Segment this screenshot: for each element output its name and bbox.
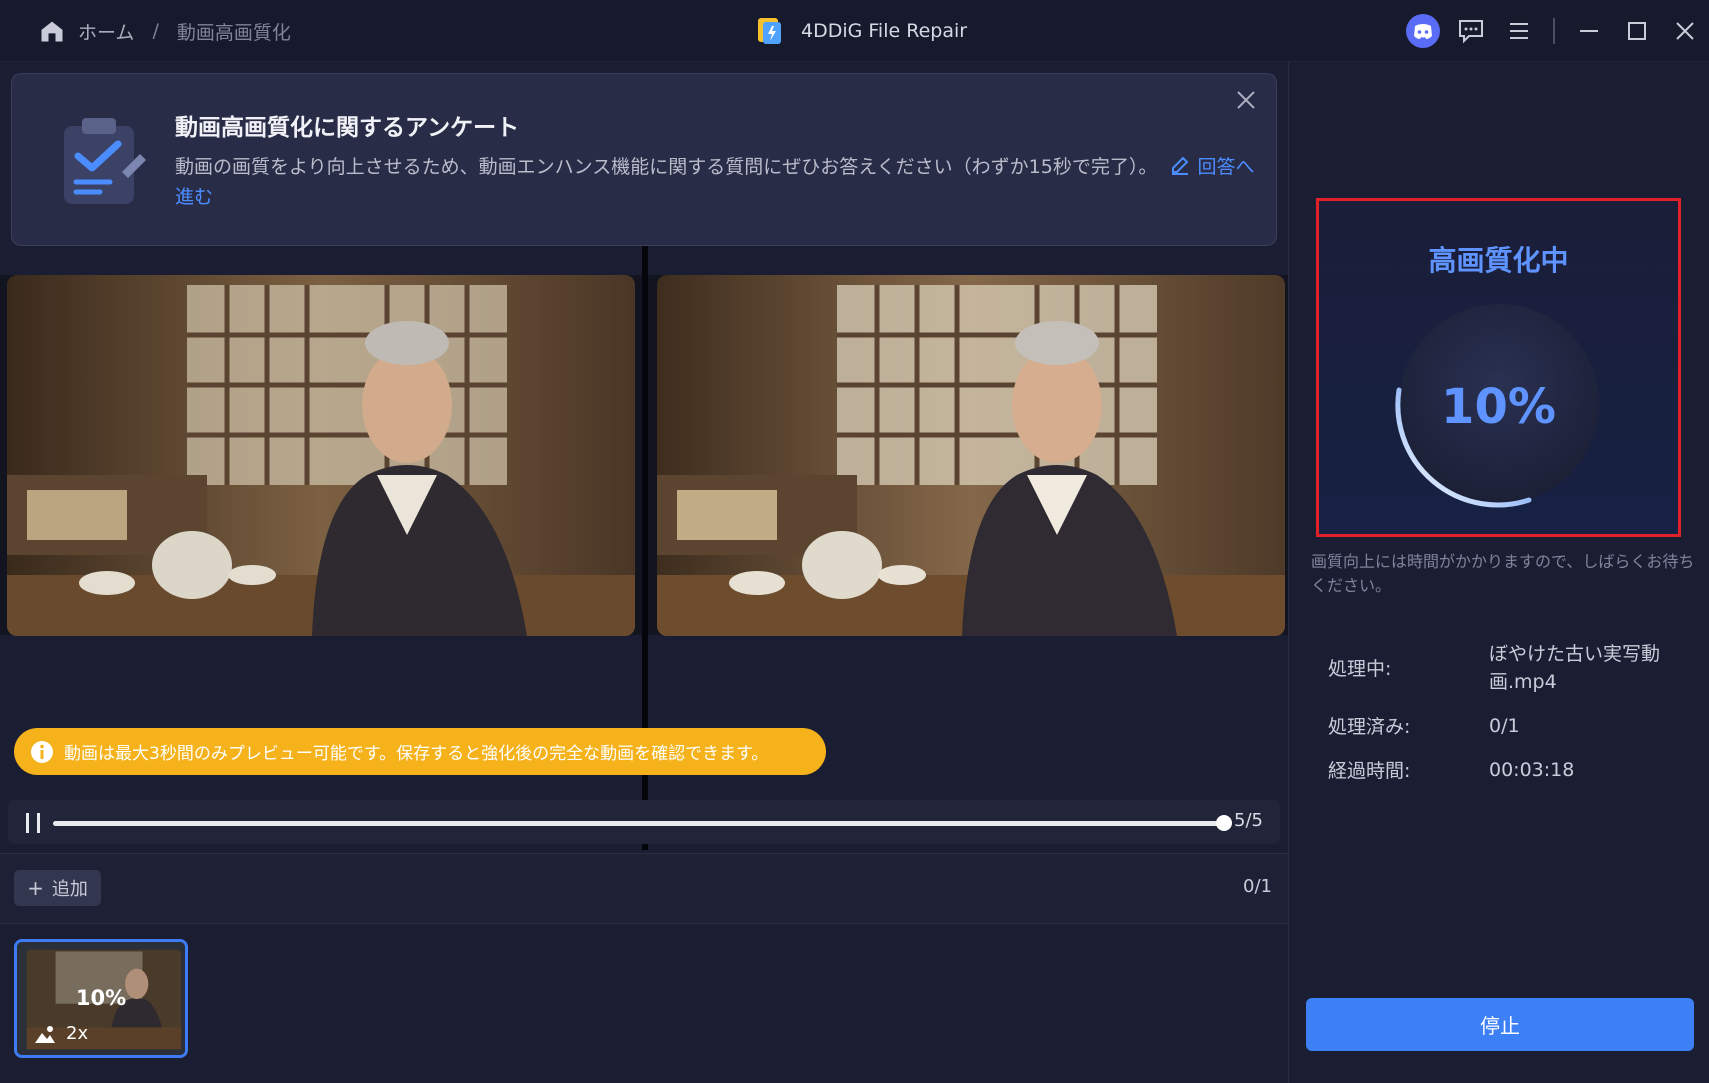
plus-icon: +: [27, 876, 44, 900]
close-icon: [1676, 22, 1694, 40]
discord-button[interactable]: [1399, 7, 1447, 55]
video-frame-before: [7, 275, 635, 636]
feedback-button[interactable]: [1447, 7, 1495, 55]
frame-indicator: 5/5: [1234, 810, 1263, 831]
minimize-button[interactable]: [1565, 7, 1613, 55]
window-controls: [1399, 0, 1709, 62]
processing-value: ぼやけた古い実写動画.mp4: [1489, 643, 1661, 693]
app-logo-icon: [758, 18, 781, 44]
info-icon: [31, 740, 53, 763]
discord-icon: [1406, 14, 1440, 48]
survey-title: 動画高画質化に関するアンケート: [175, 115, 520, 141]
file-count: 0/1: [1243, 876, 1272, 897]
add-button[interactable]: + 追加: [14, 870, 101, 906]
stop-button[interactable]: 停止: [1306, 998, 1694, 1051]
menu-icon: [1510, 23, 1528, 39]
video-player-controls: 5/5: [8, 800, 1280, 844]
breadcrumb-separator: /: [152, 20, 159, 42]
home-icon[interactable]: [38, 17, 66, 45]
progress-hint: 画質向上には時間がかかりますので、しばらくお待ちください。: [1311, 552, 1695, 595]
edit-icon[interactable]: [1169, 154, 1191, 176]
seek-bar[interactable]: [53, 821, 1229, 826]
video-frame-after: [657, 275, 1285, 636]
thumbnail-scale: 2x: [34, 1023, 88, 1044]
thumbnail-strip: [0, 924, 1288, 1083]
close-window-button[interactable]: [1661, 7, 1709, 55]
done-value: 0/1: [1489, 715, 1520, 737]
file-thumbnail[interactable]: 10% 2x: [14, 939, 188, 1058]
breadcrumb-home[interactable]: ホーム: [78, 18, 134, 45]
chat-icon: [1459, 20, 1483, 44]
title-bar: ホーム / 動画高画質化 4DDiG File Repair: [0, 0, 1709, 62]
app-title: 4DDiG File Repair: [801, 20, 968, 42]
maximize-icon: [1628, 22, 1646, 40]
status-row-done: 処理済み: 0/1: [1328, 712, 1688, 740]
banner-close-button[interactable]: [1232, 86, 1260, 114]
controls-divider: [1553, 18, 1555, 44]
status-row-processing: 処理中: ぼやけた古い実写動画.mp4: [1328, 640, 1688, 696]
survey-banner: 動画高画質化に関するアンケート 動画の画質をより向上させるため、動画エンハンス機…: [11, 73, 1277, 246]
survey-description: 動画の画質をより向上させるため、動画エンハンス機能に関する質問にぜひお答えくださ…: [175, 152, 1255, 212]
breadcrumb: ホーム / 動画高画質化: [38, 0, 291, 62]
app-title-group: 4DDiG File Repair: [755, 0, 967, 62]
thumbnail-scale-label: 2x: [66, 1023, 89, 1044]
close-icon: [1237, 91, 1255, 109]
preview-notice-text: 動画は最大3秒間のみプレビュー可能です。保存すると強化後の完全な動画を確認できま…: [64, 744, 769, 764]
seek-handle[interactable]: [1216, 815, 1232, 831]
minimize-icon: [1580, 30, 1598, 32]
status-row-elapsed: 経過時間: 00:03:18: [1328, 756, 1688, 784]
pause-icon[interactable]: [24, 812, 44, 834]
clipboard-icon: [64, 118, 146, 204]
progress-percent: 10%: [1441, 379, 1556, 435]
progress-box: 高画質化中 10%: [1316, 198, 1681, 537]
thumbnail-progress: 10%: [75, 986, 127, 1010]
add-button-label: 追加: [51, 879, 88, 900]
maximize-button[interactable]: [1613, 7, 1661, 55]
preview-before: [7, 275, 635, 636]
survey-description-text: 動画の画質をより向上させるため、動画エンハンス機能に関する質問にぜひお答えくださ…: [175, 156, 1158, 178]
file-list-toolbar: + 追加 0/1: [0, 853, 1288, 924]
preview-notice: 動画は最大3秒間のみプレビュー可能です。保存すると強化後の完全な動画を確認できま…: [14, 728, 826, 775]
processing-label: 処理中:: [1328, 658, 1392, 680]
image-icon: [35, 1025, 55, 1043]
elapsed-value: 00:03:18: [1489, 759, 1575, 781]
breadcrumb-current: 動画高画質化: [176, 21, 291, 44]
progress-title: 高画質化中: [1428, 244, 1569, 277]
done-label: 処理済み:: [1328, 716, 1411, 738]
status-info: 処理中: ぼやけた古い実写動画.mp4 処理済み: 0/1 経過時間: 00:0…: [1328, 640, 1688, 800]
menu-button[interactable]: [1495, 7, 1543, 55]
preview-after: [657, 275, 1285, 636]
elapsed-label: 経過時間:: [1328, 760, 1411, 782]
